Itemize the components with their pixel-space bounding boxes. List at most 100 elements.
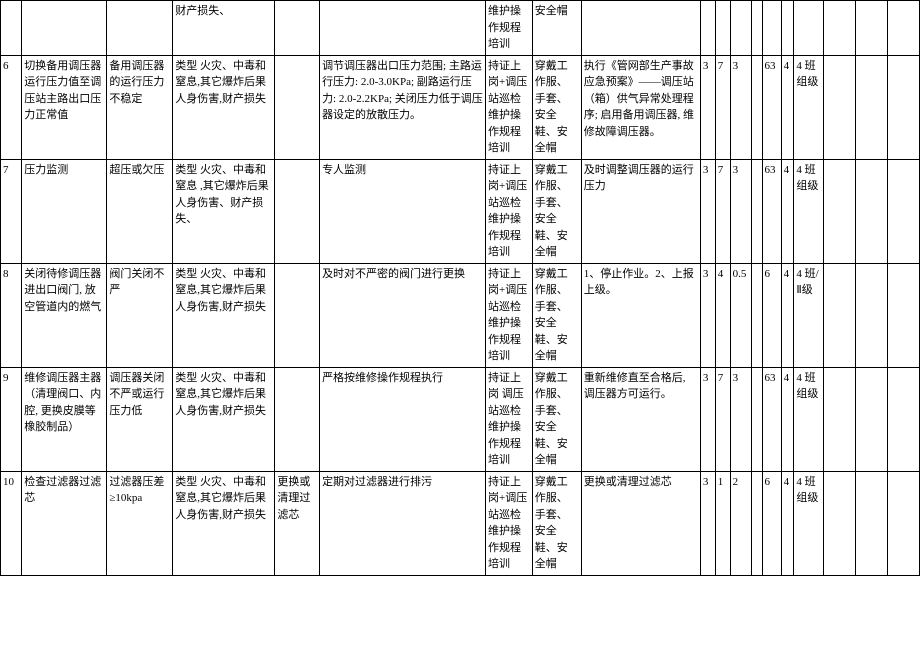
cell: 4 [781,471,794,575]
cell: 调压器关闭不严或运行压力低 [107,367,173,471]
cell [856,159,888,263]
table-body: 财产损失、 维护操作规程培训 安全帽 6 切换备用调压器运行压力值至调压站主路出… [1,1,920,576]
cell: 4 班组级 [794,159,824,263]
cell: 0.5 [730,263,751,367]
cell: 3 [700,55,715,159]
table-row: 6 切换备用调压器运行压力值至调压站主路出口压力正常值 备用调压器的运行压力不稳… [1,55,920,159]
cell [1,1,22,56]
cell [275,367,320,471]
cell [887,263,919,367]
cell: 阀门关闭不严 [107,263,173,367]
cell: 持证上岗 调压站巡检维护操作规程培训 [485,367,532,471]
cell: 持证上岗+调压站巡检维护操作规程培训 [485,159,532,263]
cell: 63 [762,55,781,159]
cell: 4 [781,367,794,471]
cell: 检查过滤器过滤芯 [22,471,107,575]
cell [700,1,715,56]
cell: 穿戴工作服、手套、安全鞋、安全帽 [532,367,581,471]
cell [275,159,320,263]
cell: 7 [715,159,730,263]
cell [730,1,751,56]
cell: 专人监测 [320,159,486,263]
cell [781,1,794,56]
cell: 更换或清理过滤芯 [581,471,700,575]
cell: 定期对过滤器进行排污 [320,471,486,575]
cell: 4 班组级 [794,367,824,471]
cell: 持证上岗+调压站巡检维护操作规程培训 [485,55,532,159]
cell: 4 [781,159,794,263]
cell: 备用调压器的运行压力不稳定 [107,55,173,159]
cell [856,55,888,159]
cell: 4 班/Ⅱ级 [794,263,824,367]
cell [856,263,888,367]
cell: 类型 火灾、中毒和窒息 ,其它爆炸后果 人身伤害、财产损失、 [173,159,275,263]
cell: 3 [700,263,715,367]
cell: 7 [715,367,730,471]
cell: 及时调整调压器的运行压力 [581,159,700,263]
table-row: 9 维修调压器主器（清理阀口、内腔, 更换皮膜等橡胶制品） 调压器关闭不严或运行… [1,367,920,471]
risk-table: 财产损失、 维护操作规程培训 安全帽 6 切换备用调压器运行压力值至调压站主路出… [0,0,920,576]
cell: 63 [762,159,781,263]
cell: 穿戴工作服、手套、安全鞋、安全帽 [532,159,581,263]
cell: 类型 火灾、中毒和窒息,其它爆炸后果 人身伤害,财产损失 [173,55,275,159]
cell: 执行《管网部生产事故应急预案》——调压站（箱）供气异常处理程序; 启用备用调压器… [581,55,700,159]
cell [762,1,781,56]
cell [320,1,486,56]
cell [856,471,888,575]
cell: 安全帽 [532,1,581,56]
cell: 调节调压器出口压力范围; 主路运行压力: 2.0-3.0KPa; 副路运行压力:… [320,55,486,159]
cell: 重新维修直至合格后, 调压器方可运行。 [581,367,700,471]
table-row: 财产损失、 维护操作规程培训 安全帽 [1,1,920,56]
cell: 压力监测 [22,159,107,263]
cell: 穿戴工作服、手套、安全鞋、安全帽 [532,263,581,367]
cell [715,1,730,56]
cell: 财产损失、 [173,1,275,56]
cell: 6 [1,55,22,159]
cell: 1、停止作业。2、上报上级。 [581,263,700,367]
cell: 严格按维修操作规程执行 [320,367,486,471]
cell: 持证上岗+调压站巡检维护操作规程培训 [485,263,532,367]
cell: 穿戴工作服、手套、安全鞋、安全帽 [532,471,581,575]
cell [824,1,856,56]
cell: 6 [762,263,781,367]
cell: 维修调压器主器（清理阀口、内腔, 更换皮膜等橡胶制品） [22,367,107,471]
table-row: 10 检查过滤器过滤芯 过滤器压差≥10kpa 类型 火灾、中毒和窒息,其它爆炸… [1,471,920,575]
cell: 7 [1,159,22,263]
document-page: 财产损失、 维护操作规程培训 安全帽 6 切换备用调压器运行压力值至调压站主路出… [0,0,920,651]
cell [887,159,919,263]
cell [275,263,320,367]
table-row: 8 关闭待修调压器进出口阀门, 放空管道内的燃气 阀门关闭不严 类型 火灾、中毒… [1,263,920,367]
cell: 3 [700,159,715,263]
cell: 4 班组级 [794,55,824,159]
cell [887,471,919,575]
cell: 持证上岗+调压站巡检维护操作规程培训 [485,471,532,575]
cell: 3 [730,367,751,471]
cell: 类型 火灾、中毒和窒息,其它爆炸后果 人身伤害,财产损失 [173,367,275,471]
cell: 2 [730,471,751,575]
cell: 6 [762,471,781,575]
cell [824,55,856,159]
cell: 更换或清理过滤芯 [275,471,320,575]
cell: 63 [762,367,781,471]
cell [887,55,919,159]
cell [856,367,888,471]
cell [107,1,173,56]
cell: 7 [715,55,730,159]
cell [751,55,762,159]
cell: 超压或欠压 [107,159,173,263]
cell: 10 [1,471,22,575]
cell: 过滤器压差≥10kpa [107,471,173,575]
cell [751,367,762,471]
cell: 维护操作规程培训 [485,1,532,56]
cell [581,1,700,56]
cell: 类型 火灾、中毒和窒息,其它爆炸后果 人身伤害,财产损失 [173,263,275,367]
cell: 8 [1,263,22,367]
cell: 1 [715,471,730,575]
cell [22,1,107,56]
cell: 4 [781,55,794,159]
cell [824,159,856,263]
cell: 穿戴工作服、手套、安全鞋、安全帽 [532,55,581,159]
cell [887,367,919,471]
cell [751,471,762,575]
cell [887,1,919,56]
